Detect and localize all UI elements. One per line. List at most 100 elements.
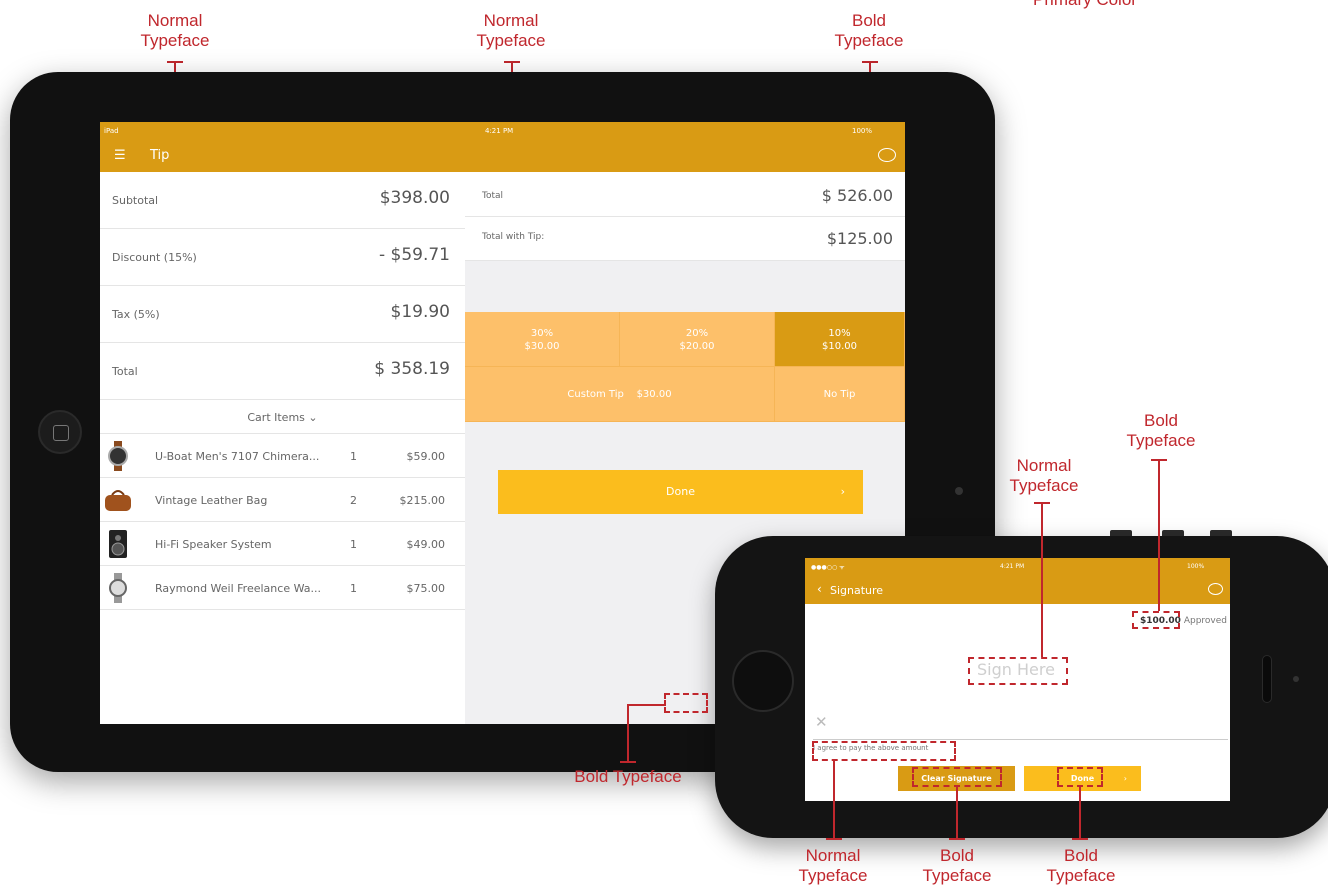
chevron-down-icon: ⌄ xyxy=(308,411,318,424)
annotation-bottom-bold-right: Bold Typeface xyxy=(1046,846,1116,885)
total-label: Total xyxy=(482,191,504,201)
summary-label: Discount (15%) xyxy=(112,251,197,264)
item-qty: 1 xyxy=(350,538,357,551)
annotation-top-mid: Normal Typeface xyxy=(476,11,546,50)
summary-value: $19.90 xyxy=(390,302,450,322)
cart-items-toggle[interactable]: Cart Items ⌄ xyxy=(100,402,465,434)
status-bar: iPad 4:21 PM 100% xyxy=(100,122,905,140)
summary-row: Tax (5%) $19.90 xyxy=(100,286,465,343)
status-bar: ●●●○○ ᯤ 4:21 PM 100% xyxy=(805,558,1230,576)
list-item[interactable]: Raymond Weil Freelance Wa... 1 $75.00 xyxy=(100,566,465,610)
ipad-home-button xyxy=(38,410,82,454)
annotation-line xyxy=(1158,459,1160,611)
annotation-line xyxy=(620,761,636,763)
tip-percent: 10% xyxy=(828,328,851,339)
annotation-box xyxy=(1057,767,1103,787)
annotation-box xyxy=(664,693,708,713)
item-name: Raymond Weil Freelance Wa... xyxy=(155,582,321,595)
summary-value: $398.00 xyxy=(379,188,450,208)
chevron-right-icon: › xyxy=(840,485,845,498)
custom-tip-label: Custom Tip xyxy=(567,389,624,400)
page-title: Tip xyxy=(150,148,170,163)
summary-row: Discount (15%) - $59.71 xyxy=(100,229,465,286)
summary-value: - $59.71 xyxy=(378,245,450,265)
total-row: Total $ 526.00 xyxy=(465,172,905,217)
annotation-phone-normal: Normal Typeface xyxy=(1009,456,1079,495)
tip-amount: $10.00 xyxy=(822,341,857,352)
nav-bar: ‹ Signature xyxy=(805,576,1230,604)
approved-label: Approved xyxy=(1183,616,1227,626)
annotation-line xyxy=(956,787,958,839)
tip-option-30[interactable]: 30% $30.00 xyxy=(465,312,620,367)
annotation-box xyxy=(912,767,1002,787)
battery-label: 100% xyxy=(852,127,873,135)
signal-icon: ●●●○○ ᯤ xyxy=(811,564,845,571)
cart-items-label: Cart Items xyxy=(247,411,305,424)
annotation-line xyxy=(627,704,629,762)
summary-value: $ 358.19 xyxy=(374,359,450,379)
signature-line xyxy=(813,739,1228,740)
item-price: $59.00 xyxy=(406,450,446,463)
iphone-speaker xyxy=(1262,655,1272,703)
annotation-top-left: Normal Typeface xyxy=(140,11,210,50)
tip-option-20[interactable]: 20% $20.00 xyxy=(620,312,775,367)
annotation-bottom-bold-mid: Bold Typeface xyxy=(922,846,992,885)
total-with-tip-value: $125.00 xyxy=(826,229,893,248)
carrier-label: iPad xyxy=(104,127,119,135)
item-name: Hi-Fi Speaker System xyxy=(155,538,272,551)
custom-tip-button[interactable]: Custom Tip $30.00 xyxy=(465,367,775,422)
chat-bubble-icon[interactable] xyxy=(1208,583,1223,595)
annotation-line xyxy=(826,838,842,840)
annotation-line xyxy=(627,704,664,706)
tip-amount: $30.00 xyxy=(524,341,560,352)
chat-bubble-icon[interactable] xyxy=(878,148,896,162)
item-price: $215.00 xyxy=(399,494,446,507)
iphone-home-button xyxy=(732,650,794,712)
done-label: Done xyxy=(666,485,695,498)
status-time: 4:21 PM xyxy=(485,127,514,135)
close-icon: ✕ xyxy=(815,713,828,731)
summary-row: Subtotal $398.00 xyxy=(100,172,465,229)
annotation-line xyxy=(1041,502,1043,657)
chevron-right-icon: › xyxy=(1123,774,1127,783)
watch-icon xyxy=(108,441,128,471)
list-item[interactable]: U-Boat Men's 7107 Chimera... 1 $59.00 xyxy=(100,434,465,478)
no-tip-button[interactable]: No Tip xyxy=(775,367,905,422)
list-item[interactable]: Hi-Fi Speaker System 1 $49.00 xyxy=(100,522,465,566)
annotation-primary-color: Primary Color xyxy=(1010,0,1160,10)
total-with-tip-label: Total with Tip: xyxy=(482,232,545,242)
item-name: U-Boat Men's 7107 Chimera... xyxy=(155,450,320,463)
total-value: $ 526.00 xyxy=(821,186,893,205)
annotation-bottom-bold-left: Bold Typeface xyxy=(574,767,682,786)
list-item[interactable]: Vintage Leather Bag 2 $215.00 xyxy=(100,478,465,522)
tip-option-10[interactable]: 10% $10.00 xyxy=(775,312,905,367)
annotation-box xyxy=(1132,611,1180,629)
done-button[interactable]: Done › xyxy=(498,470,863,514)
annotation-box xyxy=(968,657,1068,685)
item-name: Vintage Leather Bag xyxy=(155,494,268,507)
back-chevron-icon[interactable]: ‹ xyxy=(817,582,822,596)
tip-percent: 30% xyxy=(530,328,554,339)
status-time: 4:21 PM xyxy=(1000,563,1025,570)
annotation-line xyxy=(949,838,965,840)
summary-label: Total xyxy=(112,365,138,378)
tip-amount: $20.00 xyxy=(679,341,715,352)
annotation-line xyxy=(1072,838,1088,840)
annotation-box xyxy=(812,741,956,761)
bag-icon xyxy=(105,490,131,511)
item-qty: 1 xyxy=(350,450,357,463)
summary-label: Tax (5%) xyxy=(112,308,160,321)
watch-icon xyxy=(109,573,127,603)
annotation-top-right: Bold Typeface xyxy=(834,11,904,50)
annotation-phone-bold: Bold Typeface xyxy=(1126,411,1196,450)
ipad-camera xyxy=(955,487,963,495)
battery-label: 100% xyxy=(1187,563,1205,570)
custom-tip-amount: $30.00 xyxy=(636,389,672,400)
iphone-camera xyxy=(1293,676,1299,682)
tip-percent: 20% xyxy=(685,328,709,339)
hamburger-icon[interactable]: ☰ xyxy=(114,149,126,162)
annotation-line xyxy=(1079,787,1081,839)
annotation-bottom-normal: Normal Typeface xyxy=(798,846,868,885)
speaker-icon xyxy=(109,530,127,558)
item-price: $49.00 xyxy=(406,538,446,551)
